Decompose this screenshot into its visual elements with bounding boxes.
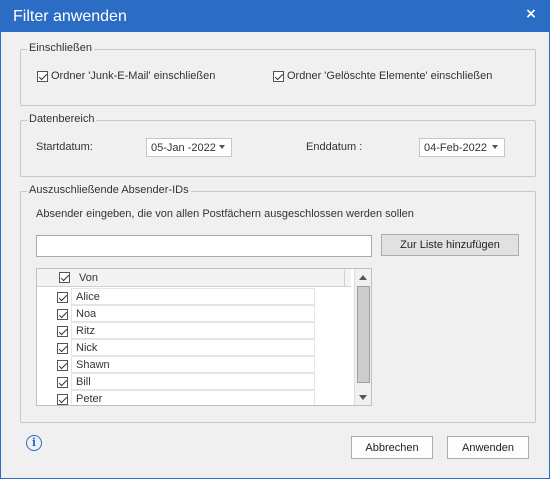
include-deleted-label: Ordner 'Gelöschte Elemente' einschließen [287,70,493,82]
sender-checkbox-icon[interactable] [57,393,68,405]
sender-row[interactable]: Nick [37,339,317,356]
start-date-label: Startdatum: [36,141,93,153]
sender-name: Alice [71,288,315,305]
end-date-label: Enddatum : [306,141,363,153]
sender-row[interactable]: Bill [37,373,317,390]
sender-checkbox-icon[interactable] [57,342,68,354]
end-date-picker[interactable]: 04-Feb-2022 [419,138,505,157]
sender-checkbox-icon[interactable] [57,376,68,388]
exclude-group-label: Auszuschließende Absender-IDs [27,184,191,196]
sender-row[interactable]: Peter [37,390,317,405]
exclude-group: Auszuschließende Absender-IDs Absender e… [20,184,536,423]
cancel-button[interactable]: Abbrechen [351,436,433,459]
sender-checkbox-icon[interactable] [57,308,68,320]
end-date-value: 04-Feb-2022 [424,142,487,154]
select-all-checkbox-icon[interactable] [59,272,70,283]
column-divider [344,269,345,287]
date-range-group-label: Datenbereich [27,113,97,125]
include-group: Einschließen Ordner 'Junk-E-Mail' einsch… [20,42,536,106]
title-bar: Filter anwenden × [1,1,549,32]
start-date-value: 05-Jan -2022 [151,142,216,154]
chevron-down-icon[interactable] [219,145,225,149]
sender-row[interactable]: Shawn [37,356,317,373]
close-icon[interactable]: × [523,6,539,22]
include-deleted-option[interactable]: Ordner 'Gelöschte Elemente' einschließen [273,70,492,82]
checkbox-icon[interactable] [273,70,284,82]
add-to-list-button[interactable]: Zur Liste hinzufügen [381,234,519,256]
sender-name: Peter [71,390,315,405]
sender-row[interactable]: Ritz [37,322,317,339]
sender-name: Shawn [71,356,315,373]
sender-name: Bill [71,373,315,390]
filter-dialog: Filter anwenden × Einschließen Ordner 'J… [0,0,550,479]
grid-header: Von [37,269,351,287]
info-icon[interactable]: i [26,435,42,451]
sender-name: Nick [71,339,315,356]
sender-name: Noa [71,305,315,322]
include-group-label: Einschließen [27,42,94,54]
checkbox-icon[interactable] [37,70,48,82]
scroll-up-icon[interactable] [355,269,371,285]
sender-grid: Von Alice Noa Ritz Nick Shawn Bill Peter [36,268,372,406]
chevron-down-icon[interactable] [492,145,498,149]
date-range-group: Datenbereich Startdatum: 05-Jan -2022 En… [20,113,536,177]
sender-checkbox-icon[interactable] [57,359,68,371]
sender-row[interactable]: Alice [37,288,317,305]
dialog-title: Filter anwenden [13,8,127,25]
sender-checkbox-icon[interactable] [57,325,68,337]
scroll-down-icon[interactable] [355,389,371,405]
scroll-thumb[interactable] [357,286,370,383]
column-header-from: Von [79,272,98,284]
start-date-picker[interactable]: 05-Jan -2022 [146,138,232,157]
vertical-scrollbar[interactable] [354,269,371,405]
exclude-instructions: Absender eingeben, die von allen Postfäc… [36,208,414,220]
sender-input[interactable] [36,235,372,257]
include-junk-option[interactable]: Ordner 'Junk-E-Mail' einschließen [37,70,215,82]
sender-name: Ritz [71,322,315,339]
sender-row[interactable]: Noa [37,305,317,322]
include-junk-label: Ordner 'Junk-E-Mail' einschließen [51,70,216,82]
apply-button[interactable]: Anwenden [447,436,529,459]
sender-checkbox-icon[interactable] [57,291,68,303]
